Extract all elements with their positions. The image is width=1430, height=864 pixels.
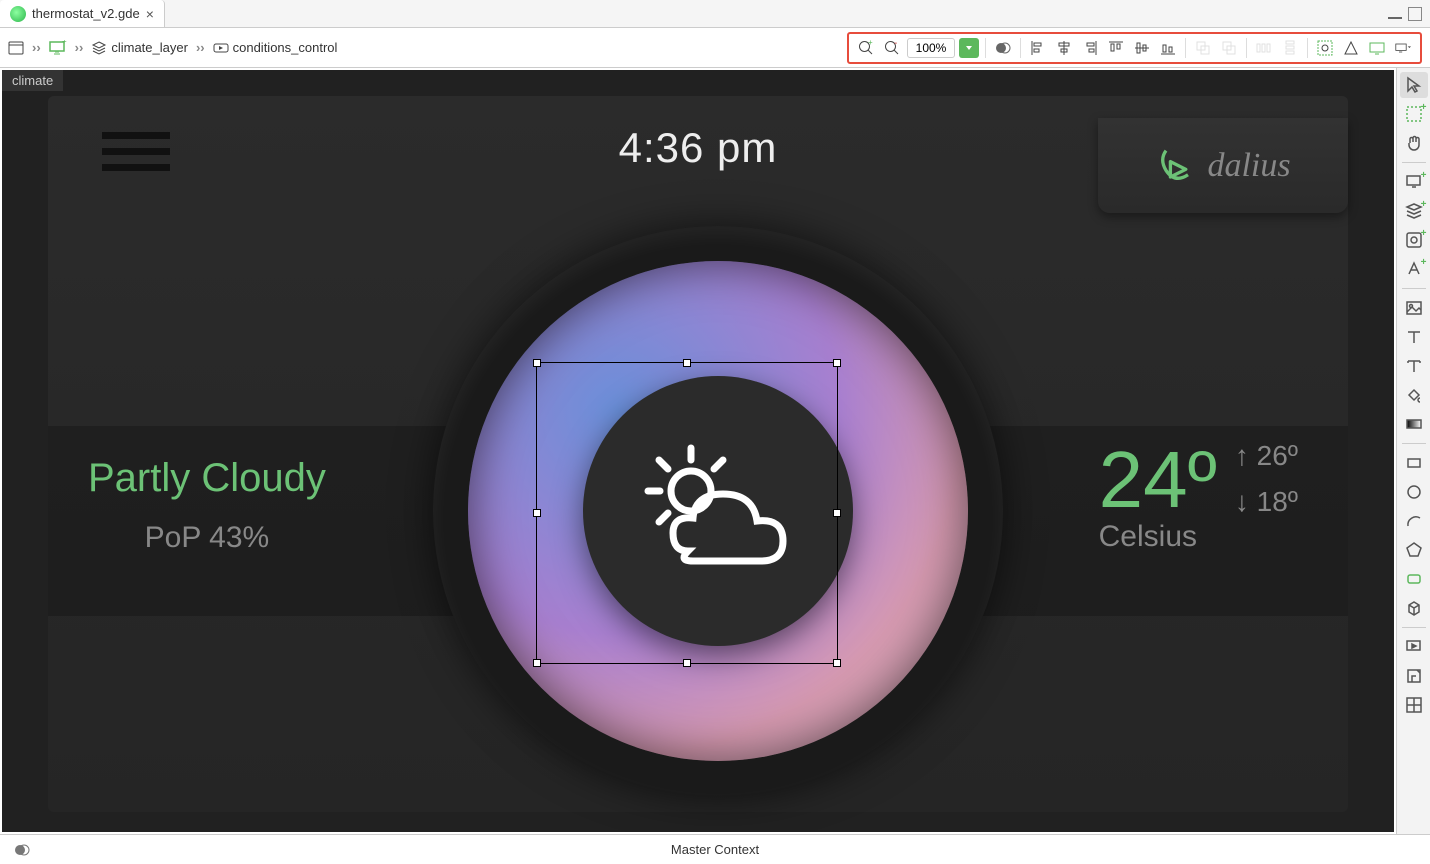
align-center-v-button[interactable] [1131, 37, 1153, 59]
preview-tool[interactable] [1400, 634, 1428, 660]
close-tab-icon[interactable]: × [146, 6, 154, 22]
device-frame: 4:36 pm dalius Partly Cloudy PoP 43% 24º… [48, 96, 1348, 812]
shape-tool-button[interactable] [1340, 37, 1362, 59]
brand-badge: dalius [1098, 118, 1348, 213]
pop-label: PoP 43% [88, 521, 326, 555]
distribute-v-button[interactable] [1279, 37, 1301, 59]
context-label: Master Context [671, 842, 759, 857]
gradient-tool[interactable] [1400, 411, 1428, 437]
pointer-tool[interactable] [1400, 72, 1428, 98]
condition-label: Partly Cloudy [88, 456, 326, 501]
align-left-button[interactable] [1027, 37, 1049, 59]
svg-text:+: + [62, 40, 67, 46]
image-tool[interactable] [1400, 295, 1428, 321]
display-dropdown[interactable] [1392, 37, 1414, 59]
add-screen-tool[interactable]: + [1400, 169, 1428, 195]
condition-block: Partly Cloudy PoP 43% [88, 456, 326, 555]
tab-filename: thermostat_v2.gde [32, 6, 140, 21]
partly-cloudy-icon [633, 436, 803, 586]
dial-outer [433, 226, 1003, 796]
minimize-button[interactable] [1388, 13, 1402, 19]
add-text-tool[interactable]: + [1400, 256, 1428, 282]
text-tool[interactable] [1400, 324, 1428, 350]
file-type-icon [10, 6, 26, 22]
zoom-in-button[interactable]: + [855, 37, 877, 59]
zoom-input[interactable] [907, 38, 955, 58]
add-layer-tool[interactable]: + [1400, 198, 1428, 224]
breadcrumb-sep-icon: ›› [32, 40, 41, 55]
distribute-h-button[interactable] [1253, 37, 1275, 59]
canvas-breadcrumb[interactable]: climate [2, 70, 63, 91]
align-top-button[interactable] [1105, 37, 1127, 59]
rectangle-tool[interactable] [1400, 450, 1428, 476]
export-tool[interactable] [1400, 663, 1428, 689]
breadcrumb-sep-icon: ›› [75, 40, 84, 55]
status-bar: Master Context [0, 834, 1430, 864]
top-toolbar: ›› + ›› climate_layer ›› conditions_cont… [0, 28, 1430, 68]
select-group-button[interactable] [1314, 37, 1336, 59]
breadcrumb-sep-icon: ›› [196, 40, 205, 55]
temperature-low: ↓ 18º [1235, 486, 1298, 518]
rounded-rect-tool[interactable] [1400, 566, 1428, 592]
breadcrumb-screen[interactable]: + [49, 40, 67, 56]
bring-front-button[interactable] [1192, 37, 1214, 59]
dial-center[interactable] [583, 376, 853, 646]
temperature-high: ↑ 26º [1235, 440, 1298, 472]
dial-ring [468, 261, 968, 761]
zoom-out-button[interactable]: - [881, 37, 903, 59]
screen-fit-button[interactable] [1366, 37, 1388, 59]
temperature-unit: Celsius [1099, 520, 1217, 554]
window-icon [8, 40, 24, 56]
breadcrumb-window[interactable] [8, 40, 24, 56]
screen-icon: + [49, 40, 67, 56]
zoom-dropdown[interactable] [959, 38, 979, 58]
right-toolbox: + + + + + [1396, 68, 1430, 834]
arc-tool[interactable] [1400, 508, 1428, 534]
control-icon [213, 40, 229, 56]
breadcrumb-layer[interactable]: climate_layer [91, 40, 188, 56]
ellipse-tool[interactable] [1400, 479, 1428, 505]
layers-icon [91, 40, 107, 56]
align-right-button[interactable] [1079, 37, 1101, 59]
breadcrumb-layer-label: climate_layer [111, 40, 188, 55]
breadcrumb: ›› + ›› climate_layer ›› conditions_cont… [8, 40, 337, 56]
brand-name: dalius [1207, 147, 1290, 185]
temperature-value: 24º [1099, 440, 1217, 520]
marquee-tool[interactable]: + [1400, 101, 1428, 127]
align-center-h-button[interactable] [1053, 37, 1075, 59]
design-canvas[interactable]: climate 4:36 pm dalius Partly Cloudy PoP… [2, 70, 1394, 832]
hand-tool[interactable] [1400, 130, 1428, 156]
mask-toggle-button[interactable] [992, 37, 1014, 59]
align-bottom-button[interactable] [1157, 37, 1179, 59]
polygon-tool[interactable] [1400, 537, 1428, 563]
paint-bucket-tool[interactable] [1400, 382, 1428, 408]
send-back-button[interactable] [1218, 37, 1240, 59]
breadcrumb-control[interactable]: conditions_control [213, 40, 338, 56]
svg-text:+: + [868, 40, 873, 47]
svg-text:-: - [894, 40, 897, 49]
cube-tool[interactable] [1400, 595, 1428, 621]
editor-tab[interactable]: thermostat_v2.gde × [0, 0, 165, 27]
context-icon[interactable] [14, 842, 30, 858]
tab-bar: thermostat_v2.gde × [0, 0, 1430, 28]
brand-logo-icon [1155, 144, 1199, 188]
temperature-block: 24º Celsius ↑ 26º ↓ 18º [1099, 440, 1298, 554]
add-component-tool[interactable]: + [1400, 227, 1428, 253]
breadcrumb-control-label: conditions_control [233, 40, 338, 55]
window-buttons [1388, 7, 1422, 21]
grid-tool[interactable] [1400, 692, 1428, 718]
text-block-tool[interactable] [1400, 353, 1428, 379]
toolbar-highlight-box: + - [847, 32, 1422, 64]
canvas-wrap: climate 4:36 pm dalius Partly Cloudy PoP… [0, 68, 1396, 834]
maximize-button[interactable] [1408, 7, 1422, 21]
